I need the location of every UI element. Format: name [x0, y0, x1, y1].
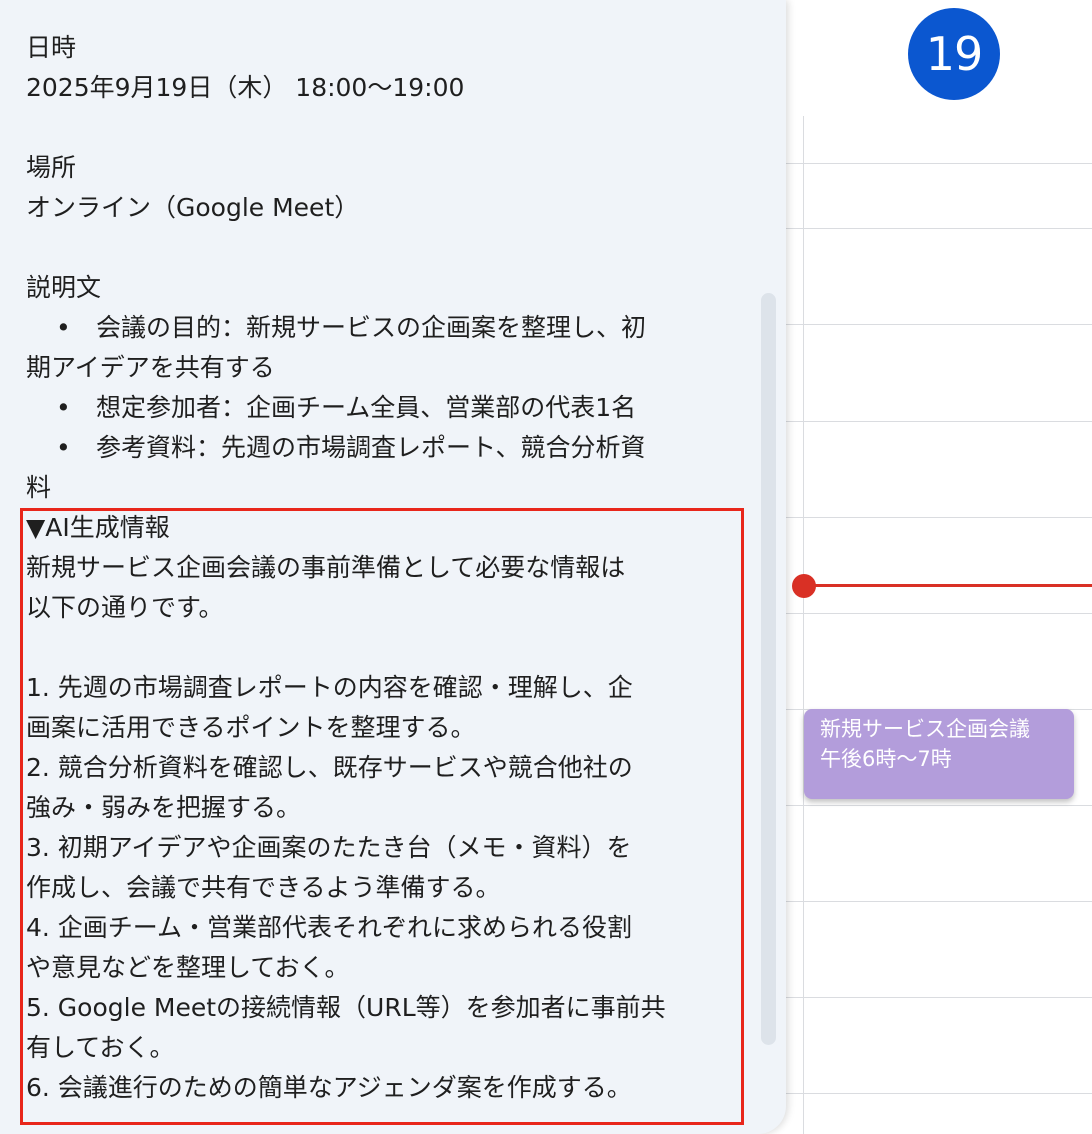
- hour-gridline: [780, 805, 1092, 806]
- current-time-indicator: [792, 574, 816, 598]
- event-chip-time: 午後6時〜7時: [820, 747, 952, 771]
- hour-gridline: [780, 613, 1092, 614]
- bullet-marker: •: [56, 393, 71, 422]
- event-details-panel: 日時 2025年9月19日（木） 18:00〜19:00 場所 オンライン（Go…: [0, 0, 786, 1134]
- ai-section-highlight: [20, 508, 744, 1125]
- hour-gridline: [780, 901, 1092, 902]
- datetime-value: 2025年9月19日（木） 18:00〜19:00: [26, 73, 465, 102]
- panel-scrollbar[interactable]: [761, 293, 776, 1045]
- description-line: 期アイデアを共有する: [26, 353, 275, 382]
- description-line: 料: [26, 473, 52, 502]
- day-column-divider: [803, 116, 804, 1134]
- current-time-line: [804, 584, 1092, 587]
- hour-gridline: [780, 421, 1092, 422]
- hour-gridline: [780, 1093, 1092, 1094]
- hour-gridline: [780, 997, 1092, 998]
- description-line: 参考資料：先週の市場調査レポート、競合分析資: [96, 433, 646, 462]
- bullet-marker: •: [56, 433, 71, 462]
- day-number-badge[interactable]: 19: [908, 8, 1000, 100]
- bullet-marker: •: [56, 313, 71, 342]
- description-line: 会議の目的：新規サービスの企画案を整理し、初: [96, 313, 647, 342]
- datetime-label: 日時: [26, 33, 77, 62]
- hour-gridline: [780, 517, 1092, 518]
- event-chip-title: 新規サービス企画会議: [820, 717, 1030, 741]
- description-line: 想定参加者：企画チーム全員、営業部の代表1名: [96, 393, 637, 422]
- location-value: オンライン（Google Meet）: [26, 193, 360, 222]
- calendar-event-chip[interactable]: 新規サービス企画会議 午後6時〜7時: [804, 709, 1074, 799]
- hour-gridline: [780, 324, 1092, 325]
- hour-gridline: [780, 228, 1092, 229]
- hour-gridline: [780, 163, 1092, 164]
- location-label: 場所: [26, 153, 77, 182]
- description-label: 説明文: [26, 273, 102, 302]
